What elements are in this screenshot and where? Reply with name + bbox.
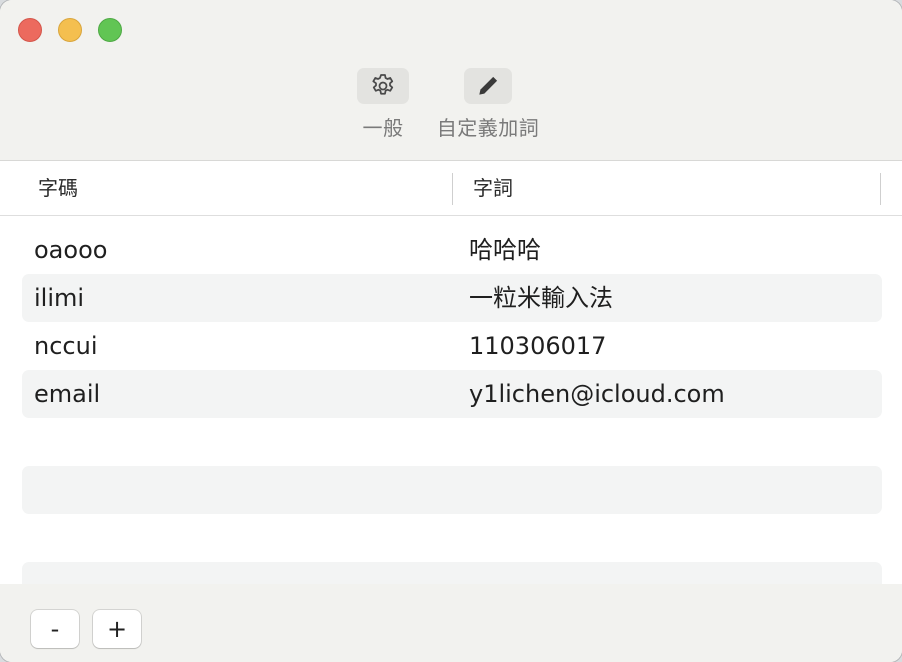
add-word-button[interactable]: + <box>93 610 141 648</box>
table-row[interactable]: oaooo 哈哈哈 <box>22 226 882 274</box>
pencil-icon-container <box>464 68 512 104</box>
gear-icon <box>372 74 394 95</box>
tab-custom-words-label: 自定義加詞 <box>436 116 540 140</box>
column-divider[interactable] <box>880 173 881 205</box>
tab-general[interactable]: 一般 <box>355 68 411 141</box>
close-window-button[interactable] <box>18 18 42 42</box>
cell-word: 一粒米輸入法 <box>469 284 613 312</box>
empty-row <box>22 418 882 466</box>
empty-row <box>22 514 882 562</box>
cell-code: oaooo <box>34 236 108 264</box>
remove-word-button[interactable]: - <box>31 610 79 648</box>
table-row[interactable]: email y1lichen@icloud.com <box>22 370 882 418</box>
cell-word: 哈哈哈 <box>469 236 541 264</box>
cell-code: email <box>34 380 101 408</box>
footer-bar: - + <box>0 584 902 662</box>
column-divider[interactable] <box>452 173 453 205</box>
toolbar: 一般 自定義加詞 <box>0 0 902 161</box>
pencil-icon <box>479 76 498 95</box>
table-row[interactable]: nccui 110306017 <box>22 322 882 370</box>
cell-word: y1lichen@icloud.com <box>469 380 725 408</box>
column-header-word[interactable]: 字詞 <box>473 161 513 215</box>
preferences-window: 一般 自定義加詞 字碼 字詞 oaooo 哈哈哈 ilimi 一粒米輸入法 nc… <box>0 0 902 662</box>
column-header-code[interactable]: 字碼 <box>38 161 78 215</box>
table-row[interactable]: ilimi 一粒米輸入法 <box>22 274 882 322</box>
cell-word: 110306017 <box>469 332 607 360</box>
empty-row <box>22 562 882 584</box>
tab-custom-words[interactable]: 自定義加詞 <box>428 68 548 141</box>
tab-general-label: 一般 <box>362 116 404 140</box>
table-header: 字碼 字詞 <box>0 161 902 216</box>
empty-row <box>22 466 882 514</box>
cell-code: nccui <box>34 332 98 360</box>
gear-icon-container <box>357 68 409 104</box>
cell-code: ilimi <box>34 284 85 312</box>
zoom-window-button[interactable] <box>98 18 122 42</box>
custom-words-table: oaooo 哈哈哈 ilimi 一粒米輸入法 nccui 110306017 e… <box>0 216 902 584</box>
minimize-window-button[interactable] <box>58 18 82 42</box>
